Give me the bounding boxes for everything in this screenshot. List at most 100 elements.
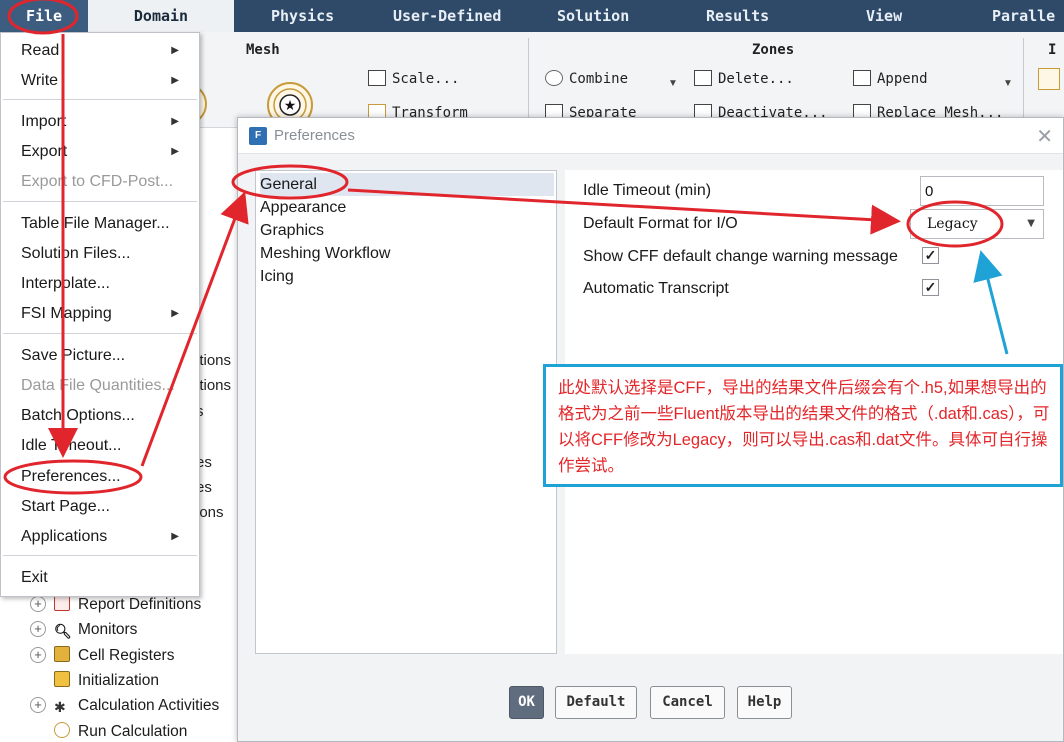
- scale-label: Scale...: [392, 71, 460, 87]
- menu-item-label: Import: [21, 113, 67, 130]
- menu-item-write[interactable]: Write ▶: [21, 68, 191, 94]
- cancel-button[interactable]: Cancel: [650, 686, 725, 719]
- delete-button[interactable]: Delete...: [694, 70, 794, 87]
- menu-item-import[interactable]: Import ▶: [21, 109, 191, 135]
- menu-item-label: Export to CFD-Post...: [21, 173, 174, 190]
- combine-dropdown-icon[interactable]: ▼: [668, 78, 678, 89]
- menu-item-start-page[interactable]: Start Page...: [21, 494, 191, 520]
- svg-text:★: ★: [284, 98, 297, 114]
- cff-warning-checkbox[interactable]: ✓: [922, 247, 939, 264]
- monitor-icon: 🔍︎: [54, 623, 72, 639]
- file-app-icon: F: [249, 127, 267, 145]
- menu-item-table-file-manager[interactable]: Table File Manager...: [21, 211, 191, 237]
- close-icon[interactable]: ✕: [1036, 124, 1053, 149]
- tree-item-report-definitions[interactable]: + Report Definitions: [30, 594, 201, 616]
- menu-item-label: Data File Quantities...: [21, 377, 175, 394]
- combine-icon: [545, 70, 563, 86]
- scale-button[interactable]: Scale...: [368, 70, 459, 87]
- ribbon-separator-2: [1023, 38, 1024, 122]
- menu-tab-parallel[interactable]: Paralle: [992, 0, 1055, 32]
- tree-item-label: Monitors: [78, 621, 138, 638]
- partial-ribbon-icon[interactable]: [1038, 68, 1060, 90]
- menu-tab-view[interactable]: View: [866, 0, 902, 32]
- tree-item-cell-registers[interactable]: + Cell Registers: [30, 645, 174, 667]
- category-icing[interactable]: Icing: [260, 265, 554, 288]
- tree-fragment: itions: [196, 352, 232, 369]
- menu-item-read[interactable]: Read ▶: [21, 38, 191, 64]
- menu-item-label: Start Page...: [21, 498, 110, 515]
- menu-item-export[interactable]: Export ▶: [21, 139, 191, 165]
- checkmark-icon: ✓: [924, 279, 937, 295]
- ribbon-group-zones-title: Zones: [752, 42, 795, 58]
- menu-item-label: Interpolate...: [21, 275, 110, 292]
- menu-item-label: Read: [21, 42, 60, 59]
- menu-item-label: Idle Timeout...: [21, 437, 122, 454]
- append-dropdown-icon[interactable]: ▼: [1003, 78, 1013, 89]
- delete-icon: [694, 70, 712, 86]
- menu-item-label: Table File Manager...: [21, 215, 170, 232]
- tree-item-initialization[interactable]: Initialization: [54, 670, 159, 692]
- tree-item-label: Report Definitions: [78, 596, 202, 613]
- chevron-right-icon: ▶: [171, 75, 179, 86]
- menu-item-idle-timeout[interactable]: Idle Timeout...: [21, 433, 191, 459]
- default-button[interactable]: Default: [555, 686, 637, 719]
- expand-icon[interactable]: +: [30, 596, 46, 612]
- menu-tab-physics[interactable]: Physics: [271, 0, 334, 32]
- menu-tab-domain[interactable]: Domain: [88, 0, 234, 32]
- chevron-right-icon: ▶: [171, 116, 179, 127]
- combine-button[interactable]: Combine: [545, 70, 628, 87]
- chevron-right-icon: ▶: [171, 45, 179, 56]
- category-graphics[interactable]: Graphics: [260, 219, 554, 242]
- expand-icon[interactable]: +: [30, 697, 46, 713]
- menu-item-solution-files[interactable]: Solution Files...: [21, 241, 191, 267]
- expand-icon[interactable]: +: [30, 647, 46, 663]
- tree-item-monitors[interactable]: + 🔍︎ Monitors: [30, 619, 137, 641]
- run-icon: [54, 722, 70, 738]
- menu-tab-results[interactable]: Results: [706, 0, 769, 32]
- ribbon-separator: [528, 38, 529, 122]
- tree-fragment: itions: [196, 377, 232, 394]
- tree-fragment: ions: [196, 504, 224, 521]
- tree-item-calculation-activities[interactable]: + ✱ Calculation Activities: [30, 695, 219, 717]
- menu-tab-user-defined[interactable]: User-Defined: [393, 0, 501, 32]
- tree-item-label: Run Calculation: [78, 723, 188, 740]
- menu-item-batch-options[interactable]: Batch Options...: [21, 403, 191, 429]
- category-meshing-workflow[interactable]: Meshing Workflow: [260, 242, 554, 265]
- tree-item-run-calculation[interactable]: Run Calculation: [54, 721, 187, 742]
- menu-tab-solution[interactable]: Solution: [557, 0, 629, 32]
- scale-icon: [368, 70, 386, 86]
- menu-item-data-file-quantities: Data File Quantities...: [21, 373, 191, 399]
- menu-separator: [3, 201, 197, 202]
- category-list: General Appearance Graphics Meshing Work…: [255, 170, 557, 654]
- menu-item-exit[interactable]: Exit: [21, 565, 191, 591]
- category-general[interactable]: General: [260, 173, 554, 196]
- default-format-label: Default Format for I/O: [583, 215, 738, 232]
- expand-icon[interactable]: +: [30, 621, 46, 637]
- menu-item-preferences[interactable]: Preferences...: [21, 464, 191, 490]
- chevron-down-icon: ▼: [1027, 218, 1035, 229]
- menu-item-fsi-mapping[interactable]: FSI Mapping ▶: [21, 301, 191, 327]
- default-format-value: Legacy: [927, 216, 978, 232]
- help-button[interactable]: Help: [737, 686, 792, 719]
- default-format-select[interactable]: Legacy ▼: [910, 209, 1044, 239]
- menu-item-save-picture[interactable]: Save Picture...: [21, 343, 191, 369]
- menu-item-applications[interactable]: Applications ▶: [21, 524, 191, 550]
- menu-item-interpolate[interactable]: Interpolate...: [21, 271, 191, 297]
- annotation-text: 此处默认选择是CFF，导出的结果文件后缀会有个.h5,如果想导出的格式为之前一些…: [558, 379, 1050, 475]
- append-button[interactable]: Append: [853, 70, 928, 87]
- chevron-right-icon: ▶: [171, 146, 179, 157]
- menu-tab-file[interactable]: File: [0, 0, 88, 32]
- category-appearance[interactable]: Appearance: [260, 196, 554, 219]
- menu-item-label: Write: [21, 72, 59, 89]
- combine-label: Combine: [569, 71, 629, 87]
- idle-timeout-field[interactable]: [920, 176, 1044, 206]
- menu-bar: File Domain Physics User-Defined Solutio…: [0, 0, 1064, 32]
- initialization-icon: [54, 671, 70, 687]
- tree-item-label: Initialization: [78, 672, 159, 689]
- ok-button[interactable]: OK: [509, 686, 544, 719]
- menu-item-label: Batch Options...: [21, 407, 135, 424]
- dialog-titlebar[interactable]: F Preferences ✕: [238, 118, 1063, 154]
- auto-transcript-checkbox[interactable]: ✓: [922, 279, 939, 296]
- chevron-right-icon: ▶: [171, 531, 179, 542]
- report-icon: [54, 595, 70, 611]
